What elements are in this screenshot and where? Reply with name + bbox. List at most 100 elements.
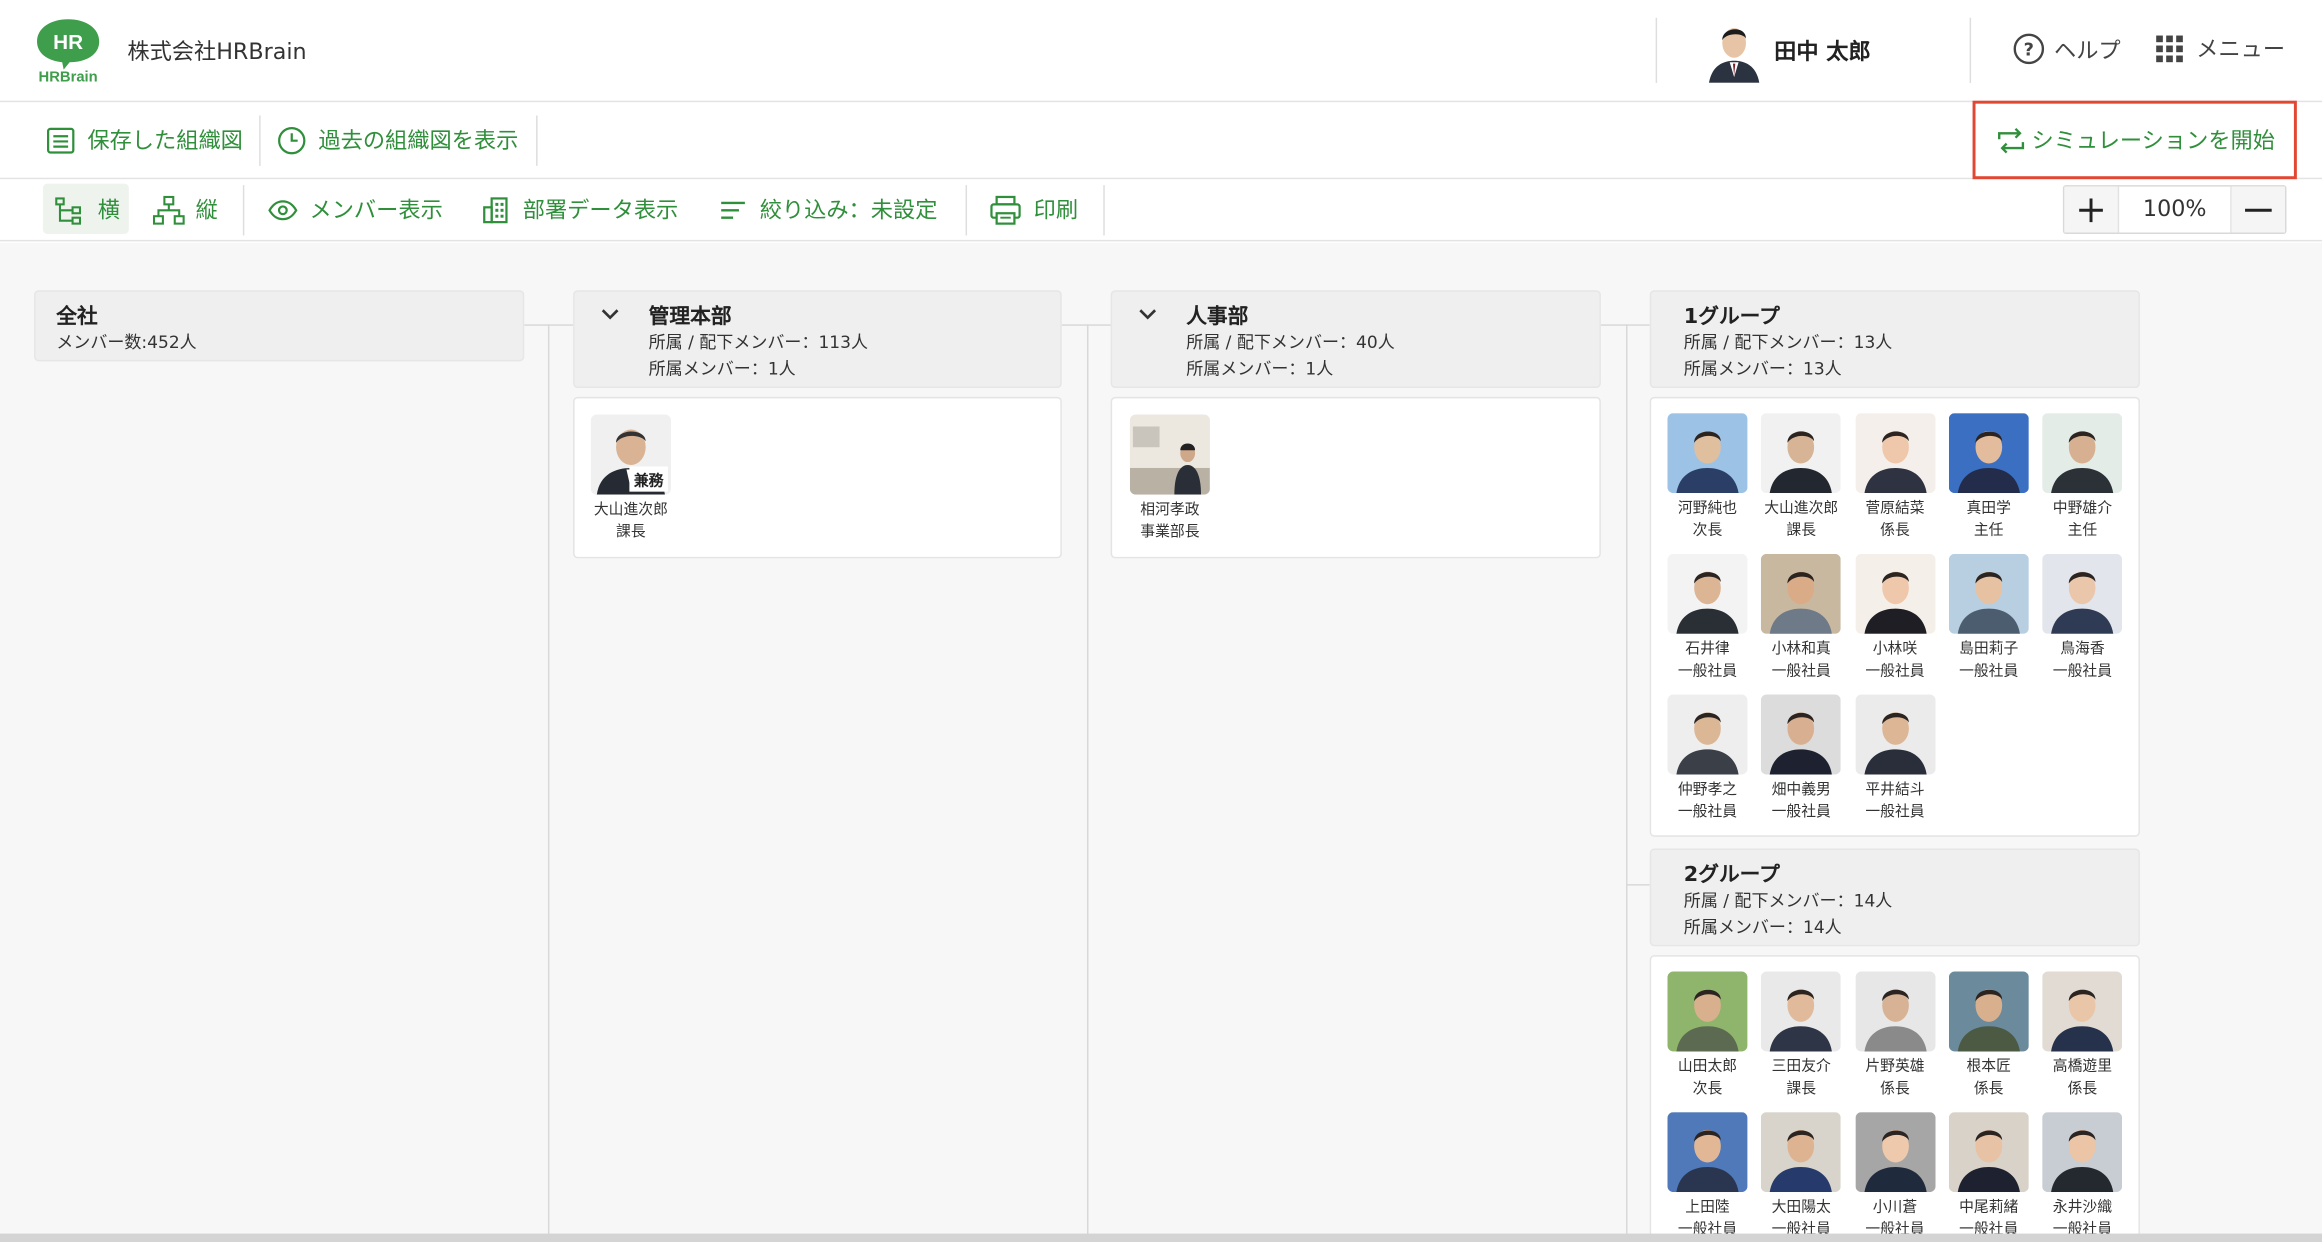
connector-line bbox=[1626, 324, 1628, 1242]
member-card[interactable]: 永井沙織 一般社員 bbox=[2039, 1112, 2125, 1241]
dept-card-kanri[interactable]: 管理本部 所属 / 配下メンバー：113人 所属メンバー：1人 bbox=[573, 290, 1062, 388]
print-label: 印刷 bbox=[1033, 196, 1079, 224]
member-card[interactable]: 中尾莉緒 一般社員 bbox=[1946, 1112, 2032, 1241]
top-header bbox=[0, 0, 2322, 103]
member-card[interactable]: 仲野孝之 一般社員 bbox=[1665, 694, 1751, 824]
toolbar-divider bbox=[965, 185, 968, 236]
member-role: 次長 bbox=[1692, 1081, 1723, 1098]
help-button[interactable]: ? ヘルプ bbox=[2013, 33, 2121, 66]
member-card[interactable]: 鳥海香 一般社員 bbox=[2039, 553, 2125, 683]
dept-card-group1[interactable]: 1グループ 所属 / 配下メンバー：13人 所属メンバー：13人 bbox=[1649, 290, 2140, 388]
zoom-in-button[interactable] bbox=[2064, 186, 2118, 233]
past-charts-button[interactable]: 過去の組織図を表示 bbox=[277, 124, 518, 155]
member-name: 大山進次郎 bbox=[1764, 500, 1839, 517]
dept-total-members: 所属 / 配下メンバー：40人 bbox=[1186, 331, 1395, 353]
member-name: 中尾莉緒 bbox=[1959, 1199, 2019, 1216]
member-photo bbox=[1667, 413, 1748, 494]
help-label: ヘルプ bbox=[2054, 36, 2121, 63]
dept-title: 人事部 bbox=[1186, 305, 1249, 329]
hrbrain-logo[interactable]: HR HRBrain bbox=[34, 16, 102, 85]
connector-line bbox=[547, 324, 550, 1242]
member-card[interactable]: 片野英雄 係長 bbox=[1852, 971, 1938, 1100]
filter-button[interactable]: 絞り込み：未設定 bbox=[718, 194, 937, 225]
member-name: 高橋遊里 bbox=[2052, 1058, 2113, 1076]
chevron-down-icon[interactable] bbox=[1139, 305, 1157, 323]
toolbar-divider bbox=[259, 115, 261, 166]
member-role: 主任 bbox=[1973, 522, 2004, 540]
member-name: 鳥海香 bbox=[2060, 641, 2105, 658]
member-card[interactable]: 畑中義男 一般社員 bbox=[1758, 694, 1844, 824]
user-avatar[interactable] bbox=[1705, 17, 1763, 83]
dept-total-members: 所属 / 配下メンバー：113人 bbox=[648, 331, 869, 353]
printer-icon bbox=[990, 195, 1021, 224]
member-card[interactable]: 上田陸 一般社員 bbox=[1665, 1112, 1751, 1241]
member-card[interactable]: 菅原結菜 係長 bbox=[1852, 413, 1938, 542]
member-role: 一般社員 bbox=[1677, 663, 1738, 680]
menu-button[interactable]: メニュー bbox=[2155, 33, 2285, 64]
vertical-view-button[interactable]: 縦 bbox=[152, 194, 218, 225]
horizontal-view-button[interactable]: 横 bbox=[55, 194, 120, 225]
member-card[interactable]: 三田友介 課長 bbox=[1758, 971, 1844, 1100]
connector-line bbox=[1626, 884, 1650, 886]
dept-member-count: メンバー数:452人 bbox=[56, 331, 197, 353]
member-name: 石井律 bbox=[1685, 641, 1730, 658]
dept-title: 1グループ bbox=[1683, 305, 1780, 329]
member-card[interactable]: 相河孝政 事業部長 bbox=[1127, 414, 1213, 544]
member-card[interactable]: 山田太郎 次長 bbox=[1665, 971, 1751, 1100]
filter-lines-icon bbox=[721, 200, 745, 219]
member-role: 一般社員 bbox=[1865, 804, 1925, 821]
zoom-out-button[interactable] bbox=[2231, 186, 2286, 233]
saved-charts-label: 保存した組織図 bbox=[87, 127, 243, 155]
department-data-button[interactable]: 部署データ表示 bbox=[481, 194, 678, 225]
member-photo bbox=[1854, 1112, 1935, 1193]
member-name: 永井沙織 bbox=[2052, 1199, 2113, 1216]
user-name[interactable]: 田中 太郎 bbox=[1774, 36, 1871, 67]
member-card[interactable]: 高橋遊里 係長 bbox=[2039, 971, 2125, 1100]
member-role: 課長 bbox=[1786, 522, 1817, 540]
member-card[interactable]: 中野雄介 主任 bbox=[2039, 413, 2125, 542]
plus-icon bbox=[2079, 197, 2103, 222]
dept-card-jinji[interactable]: 人事部 所属 / 配下メンバー：40人 所属メンバー：1人 bbox=[1110, 290, 1601, 388]
svg-text:?: ? bbox=[2024, 41, 2034, 61]
dept-card-zensha[interactable]: 全社 メンバー数:452人 bbox=[34, 290, 525, 362]
horizontal-scrollbar[interactable] bbox=[0, 1233, 2322, 1242]
member-list: 山田太郎 次長 三田友介 課長 片野英雄 係長 根本匠 係長 高橋遊里 係長上田陸 一般社員 大田陽太… bbox=[1649, 955, 2140, 1242]
start-simulation-label: シミュレーションを開始 bbox=[2031, 127, 2275, 155]
print-button[interactable]: 印刷 bbox=[989, 194, 1078, 225]
member-role: 事業部長 bbox=[1140, 524, 1200, 541]
chevron-down-icon[interactable] bbox=[601, 305, 619, 323]
start-simulation-button[interactable]: シミュレーションを開始 bbox=[1972, 100, 2297, 180]
member-photo bbox=[1761, 971, 1842, 1052]
member-name: 大山進次郎 bbox=[593, 502, 668, 519]
header-divider bbox=[1969, 17, 1972, 83]
dept-total-members: 所属 / 配下メンバー：13人 bbox=[1683, 331, 1893, 353]
department-data-label: 部署データ表示 bbox=[522, 196, 679, 224]
member-role: 主任 bbox=[2067, 522, 2098, 540]
member-display-button[interactable]: メンバー表示 bbox=[268, 194, 443, 225]
member-card[interactable]: 石井律 一般社員 bbox=[1665, 553, 1751, 683]
vertical-tree-icon bbox=[152, 195, 185, 224]
member-role: 次長 bbox=[1692, 522, 1723, 540]
member-card[interactable]: 大田陽太 一般社員 bbox=[1758, 1112, 1844, 1241]
member-card[interactable]: 小林和真 一般社員 bbox=[1758, 553, 1844, 683]
menu-label: メニュー bbox=[2196, 35, 2286, 63]
member-name: 上田陸 bbox=[1685, 1199, 1730, 1216]
member-card[interactable]: 根本匠 係長 bbox=[1946, 971, 2032, 1100]
member-card[interactable]: 真田学 主任 bbox=[1946, 413, 2032, 542]
member-card[interactable]: 大山進次郎 課長 bbox=[1758, 413, 1844, 542]
member-card[interactable]: 小川蒼 一般社員 bbox=[1852, 1112, 1938, 1241]
member-card[interactable]: 小林咲 一般社員 bbox=[1852, 553, 1938, 683]
member-role: 一般社員 bbox=[1865, 663, 1925, 680]
member-role: 課長 bbox=[1786, 1081, 1817, 1098]
grid-menu-icon bbox=[2156, 34, 2183, 62]
member-card[interactable]: 河野純也 次長 bbox=[1665, 413, 1751, 542]
member-card[interactable]: 島田莉子 一般社員 bbox=[1946, 553, 2032, 683]
member-photo bbox=[1667, 971, 1748, 1052]
dept-card-group2[interactable]: 2グループ 所属 / 配下メンバー：14人 所属メンバー：14人 bbox=[1649, 848, 2140, 947]
member-card[interactable]: 兼務 大山進次郎 課長 bbox=[588, 414, 674, 544]
saved-charts-button[interactable]: 保存した組織図 bbox=[46, 124, 243, 155]
member-card[interactable]: 平井結斗 一般社員 bbox=[1852, 694, 1938, 824]
minus-icon bbox=[2245, 208, 2272, 212]
member-list: 兼務 大山進次郎 課長 bbox=[573, 396, 1062, 559]
member-name: 片野英雄 bbox=[1865, 1058, 1925, 1076]
